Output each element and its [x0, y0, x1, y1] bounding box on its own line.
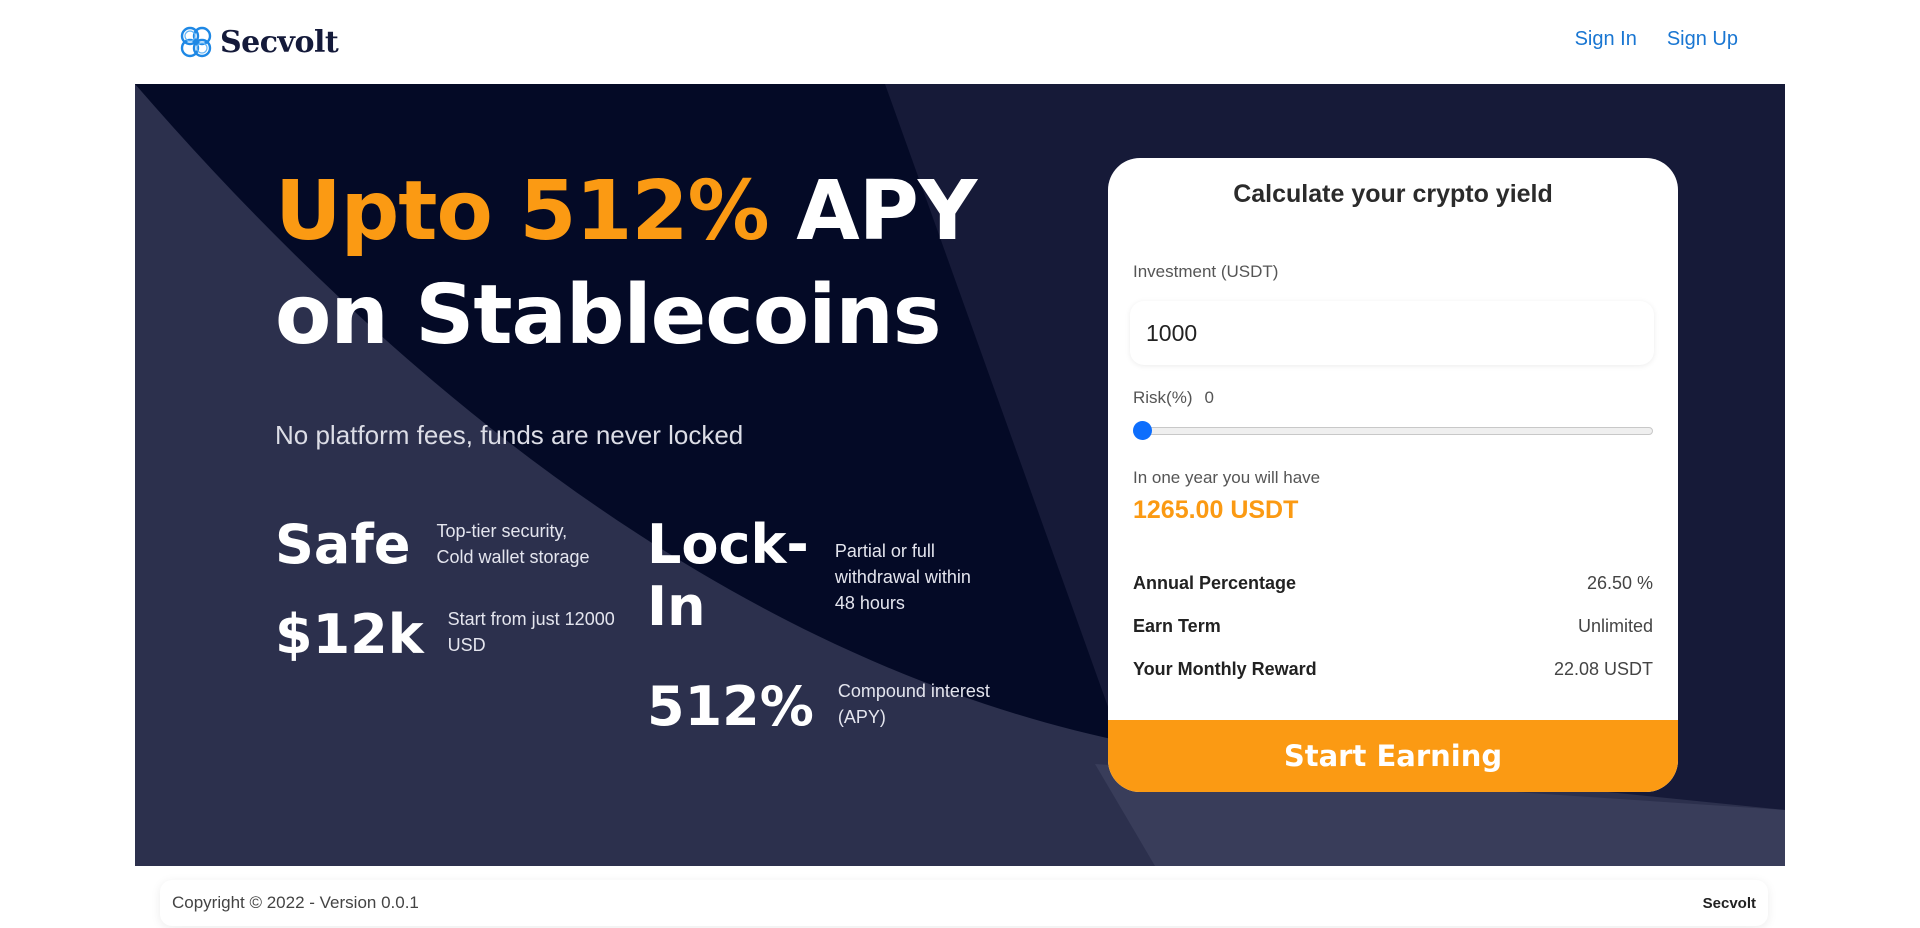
earn-term-row: Earn Term Unlimited	[1133, 616, 1653, 637]
brand-logo[interactable]: Secvolt	[178, 24, 339, 60]
feature-safe-title: Safe	[275, 513, 411, 576]
feature-lockin-line3: 48 hours	[834, 593, 905, 613]
feature-lockin-line2: withdrawal within	[834, 567, 971, 587]
investment-input[interactable]	[1130, 301, 1654, 365]
knot-logo-icon	[180, 26, 212, 58]
annual-percentage-row: Annual Percentage 26.50 %	[1133, 573, 1653, 594]
feature-min-deposit: $12k Start from just 12000 USD	[275, 604, 615, 666]
brand-name: Secvolt	[220, 24, 339, 60]
feature-apy-line1: Compound interest	[837, 681, 990, 701]
feature-safe-line2: Cold wallet storage	[436, 547, 590, 567]
feature-apy-text: Compound interest (APY)	[838, 678, 990, 730]
hero-headline: Upto 512% APY on Stablecoins	[275, 160, 977, 368]
start-earning-button[interactable]: Start Earning	[1108, 720, 1678, 792]
page-footer: Copyright © 2022 - Version 0.0.1 Secvolt	[160, 880, 1768, 926]
feature-min-line2: USD	[447, 635, 486, 655]
sign-in-link[interactable]: Sign In	[1575, 28, 1637, 51]
calculator-title: Calculate your crypto yield	[1233, 180, 1553, 208]
headline-line2: on Stablecoins	[275, 268, 942, 363]
feature-min-text: Start from just 12000 USD	[448, 606, 615, 658]
feature-min-title: $12k	[275, 603, 424, 666]
risk-slider-track[interactable]	[1133, 427, 1653, 435]
feature-lockin-title: Lock- In	[647, 514, 809, 638]
feature-lockin-title-line1: Lock-	[647, 513, 809, 576]
feature-apy-title: 512%	[647, 675, 814, 738]
headline-accent: Upto 512%	[275, 164, 770, 259]
top-nav: Sign In Sign Up	[1575, 28, 1738, 51]
monthly-reward-value: 22.08 USDT	[1553, 659, 1653, 679]
feature-safe-text: Top-tier security, Cold wallet storage	[436, 518, 589, 570]
investment-label: Investment (USDT)	[1133, 262, 1279, 281]
hero-subline: No platform fees, funds are never locked	[275, 420, 744, 450]
result-label: In one year you will have	[1133, 468, 1321, 487]
risk-label-row: Risk(%) 0	[1133, 388, 1214, 408]
feature-apy: 512% Compound interest (APY)	[647, 676, 990, 738]
feature-safe-line1: Top-tier security,	[436, 521, 568, 541]
earn-term-label: Earn Term	[1133, 616, 1221, 636]
monthly-reward-label: Your Monthly Reward	[1133, 659, 1317, 679]
annual-percentage-value: 26.50 %	[1586, 573, 1653, 593]
feature-lockin-title-line2: In	[647, 575, 706, 638]
risk-label: Risk(%)	[1133, 388, 1193, 407]
headline-apy: APY	[796, 164, 977, 259]
feature-lockin-line1: Partial or full	[834, 541, 935, 561]
footer-brand[interactable]: Secvolt	[1703, 895, 1756, 912]
risk-value: 0	[1204, 388, 1214, 407]
feature-apy-line2: (APY)	[837, 707, 886, 727]
monthly-reward-row: Your Monthly Reward 22.08 USDT	[1133, 659, 1653, 680]
feature-min-line1: Start from just 12000	[447, 609, 615, 629]
earn-term-value: Unlimited	[1577, 616, 1653, 636]
footer-copyright: Copyright © 2022 - Version 0.0.1	[172, 893, 419, 912]
yield-calculator-card: Calculate your crypto yield Investment (…	[1108, 158, 1678, 792]
annual-percentage-label: Annual Percentage	[1133, 573, 1297, 593]
risk-slider-thumb[interactable]	[1133, 421, 1152, 440]
feature-safe: Safe Top-tier security, Cold wallet stor…	[275, 514, 590, 576]
top-header: Secvolt Sign In Sign Up	[0, 0, 1920, 84]
sign-up-link[interactable]: Sign Up	[1667, 28, 1738, 51]
feature-lockin-text: Partial or full withdrawal within 48 hou…	[835, 538, 971, 616]
risk-slider[interactable]	[1133, 420, 1653, 440]
feature-lockin: Lock- In Partial or full withdrawal with…	[647, 514, 971, 638]
result-value: 1265.00 USDT	[1133, 496, 1299, 524]
